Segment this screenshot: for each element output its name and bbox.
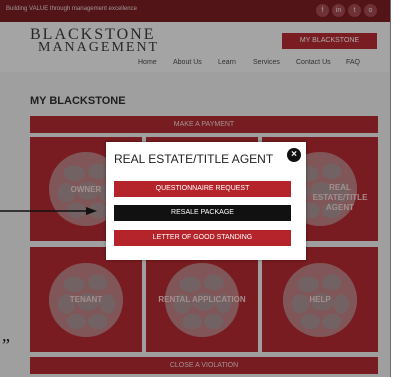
browser-page: Building VALUE through management excell…	[0, 0, 391, 377]
annotation-arrow-icon	[0, 207, 97, 215]
quote-mark: ”	[2, 335, 10, 355]
resale-package-button[interactable]: RESALE PACKAGE	[114, 205, 291, 221]
questionnaire-request-button[interactable]: QUESTIONNAIRE REQUEST	[114, 181, 291, 197]
letter-of-good-standing-button[interactable]: LETTER OF GOOD STANDING	[114, 230, 291, 246]
modal-title: REAL ESTATE/TITLE AGENT	[114, 152, 274, 166]
close-icon[interactable]: ×	[287, 148, 301, 162]
agent-modal: REAL ESTATE/TITLE AGENT × QUESTIONNAIRE …	[106, 142, 306, 260]
